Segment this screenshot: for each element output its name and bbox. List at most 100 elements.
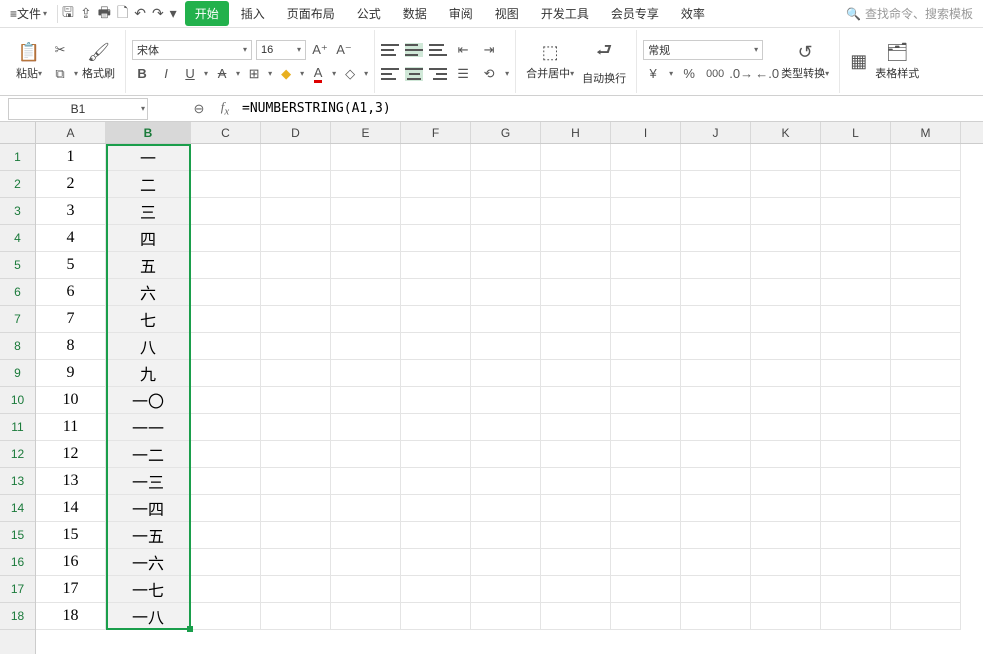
cell-K11[interactable] xyxy=(751,414,821,441)
cell-G9[interactable] xyxy=(471,360,541,387)
cell-K2[interactable] xyxy=(751,171,821,198)
border-button[interactable]: ⊞ xyxy=(244,64,264,84)
cell-I16[interactable] xyxy=(611,549,681,576)
row-header-17[interactable]: 17 xyxy=(0,576,35,603)
column-header-L[interactable]: L xyxy=(821,122,891,143)
cell-M10[interactable] xyxy=(891,387,961,414)
font-color-button[interactable]: A xyxy=(308,64,328,84)
cell-K18[interactable] xyxy=(751,603,821,630)
cell-I7[interactable] xyxy=(611,306,681,333)
cell-M18[interactable] xyxy=(891,603,961,630)
row-header-15[interactable]: 15 xyxy=(0,522,35,549)
cell-D1[interactable] xyxy=(261,144,331,171)
column-header-E[interactable]: E xyxy=(331,122,401,143)
strikethrough-button[interactable]: A xyxy=(212,64,232,84)
cell-D12[interactable] xyxy=(261,441,331,468)
cell-C3[interactable] xyxy=(191,198,261,225)
cell-I10[interactable] xyxy=(611,387,681,414)
cell-M17[interactable] xyxy=(891,576,961,603)
cell-L11[interactable] xyxy=(821,414,891,441)
percent-button[interactable]: % xyxy=(679,64,699,84)
cell-L14[interactable] xyxy=(821,495,891,522)
cell-G3[interactable] xyxy=(471,198,541,225)
cell-L3[interactable] xyxy=(821,198,891,225)
column-header-G[interactable]: G xyxy=(471,122,541,143)
cell-K15[interactable] xyxy=(751,522,821,549)
cell-A5[interactable]: 5 xyxy=(36,252,106,279)
cell-B10[interactable]: 一〇 xyxy=(106,387,191,414)
column-header-J[interactable]: J xyxy=(681,122,751,143)
row-header-6[interactable]: 6 xyxy=(0,279,35,306)
cell-M8[interactable] xyxy=(891,333,961,360)
qat-dropdown-icon[interactable]: ▾ xyxy=(170,5,177,22)
cell-grid[interactable]: 1一2二3三4四5五6六7七8八9九10一〇11一一12一二13一三14一四15… xyxy=(36,144,983,654)
column-header-F[interactable]: F xyxy=(401,122,471,143)
cell-G6[interactable] xyxy=(471,279,541,306)
cell-F8[interactable] xyxy=(401,333,471,360)
fill-color-button[interactable]: ◆ xyxy=(276,64,296,84)
cell-D15[interactable] xyxy=(261,522,331,549)
cell-K7[interactable] xyxy=(751,306,821,333)
cell-G11[interactable] xyxy=(471,414,541,441)
cell-H14[interactable] xyxy=(541,495,611,522)
cell-M5[interactable] xyxy=(891,252,961,279)
cell-K8[interactable] xyxy=(751,333,821,360)
cell-I1[interactable] xyxy=(611,144,681,171)
cell-G18[interactable] xyxy=(471,603,541,630)
cell-B4[interactable]: 四 xyxy=(106,225,191,252)
cell-L4[interactable] xyxy=(821,225,891,252)
cell-A8[interactable]: 8 xyxy=(36,333,106,360)
cell-J6[interactable] xyxy=(681,279,751,306)
align-left-button[interactable] xyxy=(381,67,399,81)
copy-icon[interactable]: ⧉ xyxy=(50,64,70,84)
cell-C17[interactable] xyxy=(191,576,261,603)
cell-A3[interactable]: 3 xyxy=(36,198,106,225)
cell-D16[interactable] xyxy=(261,549,331,576)
cell-H13[interactable] xyxy=(541,468,611,495)
cell-A6[interactable]: 6 xyxy=(36,279,106,306)
cell-H9[interactable] xyxy=(541,360,611,387)
cell-C13[interactable] xyxy=(191,468,261,495)
font-size-select[interactable]: 16▾ xyxy=(256,40,306,60)
bold-button[interactable]: B xyxy=(132,64,152,84)
cell-E9[interactable] xyxy=(331,360,401,387)
merge-center-button[interactable]: ⬚ 合并居中▾ xyxy=(522,42,578,81)
row-header-4[interactable]: 4 xyxy=(0,225,35,252)
column-header-H[interactable]: H xyxy=(541,122,611,143)
cell-H18[interactable] xyxy=(541,603,611,630)
cell-K16[interactable] xyxy=(751,549,821,576)
cell-L2[interactable] xyxy=(821,171,891,198)
cell-F12[interactable] xyxy=(401,441,471,468)
cell-I3[interactable] xyxy=(611,198,681,225)
cell-F17[interactable] xyxy=(401,576,471,603)
cell-L10[interactable] xyxy=(821,387,891,414)
cell-A4[interactable]: 4 xyxy=(36,225,106,252)
cell-E15[interactable] xyxy=(331,522,401,549)
comma-button[interactable]: 000 xyxy=(705,64,725,84)
cell-H11[interactable] xyxy=(541,414,611,441)
cell-I6[interactable] xyxy=(611,279,681,306)
tab-vip[interactable]: 会员专享 xyxy=(601,1,669,26)
cell-B17[interactable]: 一七 xyxy=(106,576,191,603)
cell-F9[interactable] xyxy=(401,360,471,387)
cell-F3[interactable] xyxy=(401,198,471,225)
font-name-select[interactable]: 宋体▾ xyxy=(132,40,252,60)
cell-H7[interactable] xyxy=(541,306,611,333)
cell-L12[interactable] xyxy=(821,441,891,468)
cell-H12[interactable] xyxy=(541,441,611,468)
name-box[interactable]: B1 ▾ xyxy=(8,98,148,120)
tab-formulas[interactable]: 公式 xyxy=(347,1,391,26)
cell-E17[interactable] xyxy=(331,576,401,603)
cell-G16[interactable] xyxy=(471,549,541,576)
tab-efficiency[interactable]: 效率 xyxy=(671,1,715,26)
cell-E13[interactable] xyxy=(331,468,401,495)
cell-A16[interactable]: 16 xyxy=(36,549,106,576)
cell-H17[interactable] xyxy=(541,576,611,603)
cell-C9[interactable] xyxy=(191,360,261,387)
cell-E8[interactable] xyxy=(331,333,401,360)
cell-C15[interactable] xyxy=(191,522,261,549)
fill-handle[interactable] xyxy=(187,626,193,632)
align-top-button[interactable] xyxy=(381,43,399,57)
cell-F18[interactable] xyxy=(401,603,471,630)
cell-C1[interactable] xyxy=(191,144,261,171)
